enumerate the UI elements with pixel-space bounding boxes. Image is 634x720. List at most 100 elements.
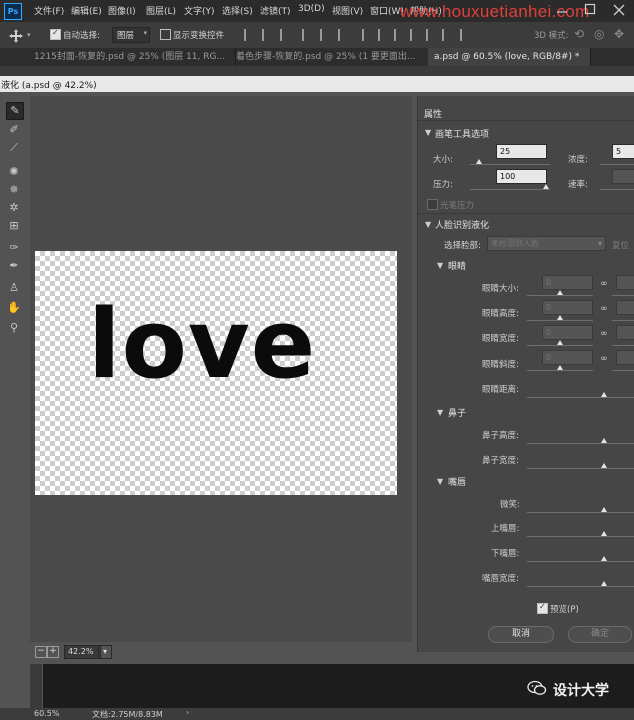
auto-select-dropdown[interactable]: 图层 ▾ [112, 27, 150, 43]
reconstruct-tool-icon[interactable]: ✐ [6, 122, 22, 138]
hand-tool-icon[interactable]: ✋ [6, 300, 22, 316]
eye-height-left-slider[interactable] [527, 320, 593, 321]
status-arrow-icon[interactable]: › [186, 708, 189, 717]
3d-pan-icon[interactable]: ✥ [614, 27, 624, 41]
menu-3d[interactable]: 3D(D) [298, 4, 325, 14]
menu-select[interactable]: 选择(S) [222, 4, 253, 17]
eye-width-right-slider[interactable] [612, 345, 634, 346]
eye-width-right-input[interactable] [616, 325, 634, 340]
size-input[interactable]: 25 [496, 144, 547, 159]
distribute-left-icon[interactable] [410, 29, 422, 41]
eye-tilt-right-slider[interactable] [612, 370, 634, 371]
3d-roll-icon[interactable]: ◎ [594, 27, 604, 41]
density-slider-track[interactable] [600, 164, 634, 165]
zoom-tool-icon[interactable]: ⚲ [6, 320, 22, 336]
ok-button[interactable]: 确定 [568, 626, 632, 643]
slider-thumb[interactable] [601, 392, 607, 397]
distribute-hcenter-icon[interactable] [426, 29, 438, 41]
collapse-triangle-icon[interactable]: ▼ [437, 261, 443, 270]
pressure-input[interactable]: 100 [496, 169, 547, 184]
slider-thumb[interactable] [601, 438, 607, 443]
eye-height-right-input[interactable] [616, 300, 634, 315]
eye-height-right-slider[interactable] [612, 320, 634, 321]
collapse-triangle-icon[interactable]: ▼ [425, 128, 431, 137]
zoom-field[interactable]: 42.2% [64, 645, 101, 659]
eye-width-left-input[interactable]: 0 [542, 325, 593, 340]
distribute-vcenter-icon[interactable] [378, 29, 390, 41]
link-icon[interactable]: ∞ [600, 304, 608, 314]
lower-lip-slider[interactable] [527, 561, 634, 562]
tab-document-2[interactable]: 着色步骤-恢复的.psd @ 25% (1 要更面出... [230, 48, 433, 66]
face-tool-icon[interactable]: ♙ [6, 280, 22, 296]
eye-tilt-right-input[interactable] [616, 350, 634, 365]
reset-all-button[interactable]: 复位 [612, 239, 629, 251]
bloat-tool-icon[interactable]: ✲ [6, 200, 22, 216]
eye-size-right-input[interactable] [616, 275, 634, 290]
menu-view[interactable]: 视图(V) [332, 4, 363, 17]
move-tool-icon[interactable] [8, 28, 24, 44]
slider-thumb[interactable] [557, 290, 563, 295]
forward-warp-tool-icon[interactable]: ✎ [6, 102, 24, 120]
thaw-mask-tool-icon[interactable]: ✒ [6, 258, 22, 274]
rate-slider-track[interactable] [600, 189, 634, 190]
zoom-out-button[interactable]: − [35, 646, 47, 658]
distribute-bottom-icon[interactable] [394, 29, 406, 41]
menu-edit[interactable]: 编辑(E) [71, 4, 102, 17]
tab-document-3[interactable]: a.psd @ 60.5% (love, RGB/8#) * [428, 48, 591, 66]
slider-thumb[interactable] [601, 556, 607, 561]
collapse-triangle-icon[interactable]: ▼ [437, 477, 443, 486]
minimize-icon[interactable] [556, 3, 568, 15]
eye-distance-slider[interactable] [527, 397, 634, 398]
slider-thumb[interactable] [601, 581, 607, 586]
eye-height-left-input[interactable]: 0 [542, 300, 593, 315]
menu-window[interactable]: 窗口(W) [370, 4, 404, 17]
rate-input[interactable] [612, 169, 634, 184]
tool-preset-chevron-icon[interactable]: ▾ [27, 31, 31, 39]
menu-filter[interactable]: 滤镜(T) [260, 4, 291, 17]
slider-thumb[interactable] [601, 463, 607, 468]
twirl-clockwise-tool-icon[interactable]: ✺ [6, 164, 22, 180]
size-slider-track[interactable] [470, 164, 550, 165]
3d-rotate-icon[interactable]: ⟲ [574, 27, 584, 41]
smooth-tool-icon[interactable]: ⟋ [6, 140, 22, 156]
menu-image[interactable]: 图像(I) [108, 4, 136, 17]
push-left-tool-icon[interactable]: ⊞ [6, 218, 22, 234]
stylus-pressure-checkbox[interactable] [427, 199, 438, 210]
eye-size-left-slider[interactable] [527, 295, 593, 296]
link-icon[interactable]: ∞ [600, 329, 608, 339]
mouth-width-slider[interactable] [527, 586, 634, 587]
smile-slider[interactable] [527, 512, 634, 513]
align-right-icon[interactable] [338, 29, 350, 41]
collapse-triangle-icon[interactable]: ▼ [437, 408, 443, 417]
pucker-tool-icon[interactable]: ✵ [6, 182, 22, 198]
nose-width-slider[interactable] [527, 468, 634, 469]
menu-type[interactable]: 文字(Y) [184, 4, 215, 17]
distribute-top-icon[interactable] [362, 29, 374, 41]
align-bottom-icon[interactable] [280, 29, 292, 41]
eye-tilt-left-input[interactable]: 0 [542, 350, 593, 365]
maximize-icon[interactable] [584, 3, 596, 15]
auto-align-icon[interactable] [460, 29, 472, 41]
freeze-mask-tool-icon[interactable]: ✑ [6, 240, 22, 256]
align-hcenter-icon[interactable] [320, 29, 332, 41]
density-input[interactable]: 5 [612, 144, 634, 159]
zoom-dropdown-chevron-icon[interactable]: ▾ [98, 645, 112, 659]
close-icon[interactable] [612, 3, 626, 17]
preview-checkbox[interactable] [537, 602, 548, 614]
align-top-icon[interactable] [244, 29, 256, 41]
pressure-slider-track[interactable] [470, 189, 550, 190]
size-slider-thumb[interactable] [476, 159, 482, 164]
nose-height-slider[interactable] [527, 443, 634, 444]
link-icon[interactable]: ∞ [600, 279, 608, 289]
pressure-slider-thumb[interactable] [543, 184, 549, 189]
show-transform-checkbox[interactable] [160, 29, 171, 40]
align-vcenter-icon[interactable] [262, 29, 274, 41]
eye-tilt-left-slider[interactable] [527, 370, 593, 371]
menu-file[interactable]: 文件(F) [34, 4, 64, 17]
slider-thumb[interactable] [601, 507, 607, 512]
link-icon[interactable]: ∞ [600, 354, 608, 364]
upper-lip-slider[interactable] [527, 536, 634, 537]
slider-thumb[interactable] [557, 340, 563, 345]
eye-size-left-input[interactable]: 0 [542, 275, 593, 290]
collapse-triangle-icon[interactable]: ▼ [425, 220, 431, 229]
